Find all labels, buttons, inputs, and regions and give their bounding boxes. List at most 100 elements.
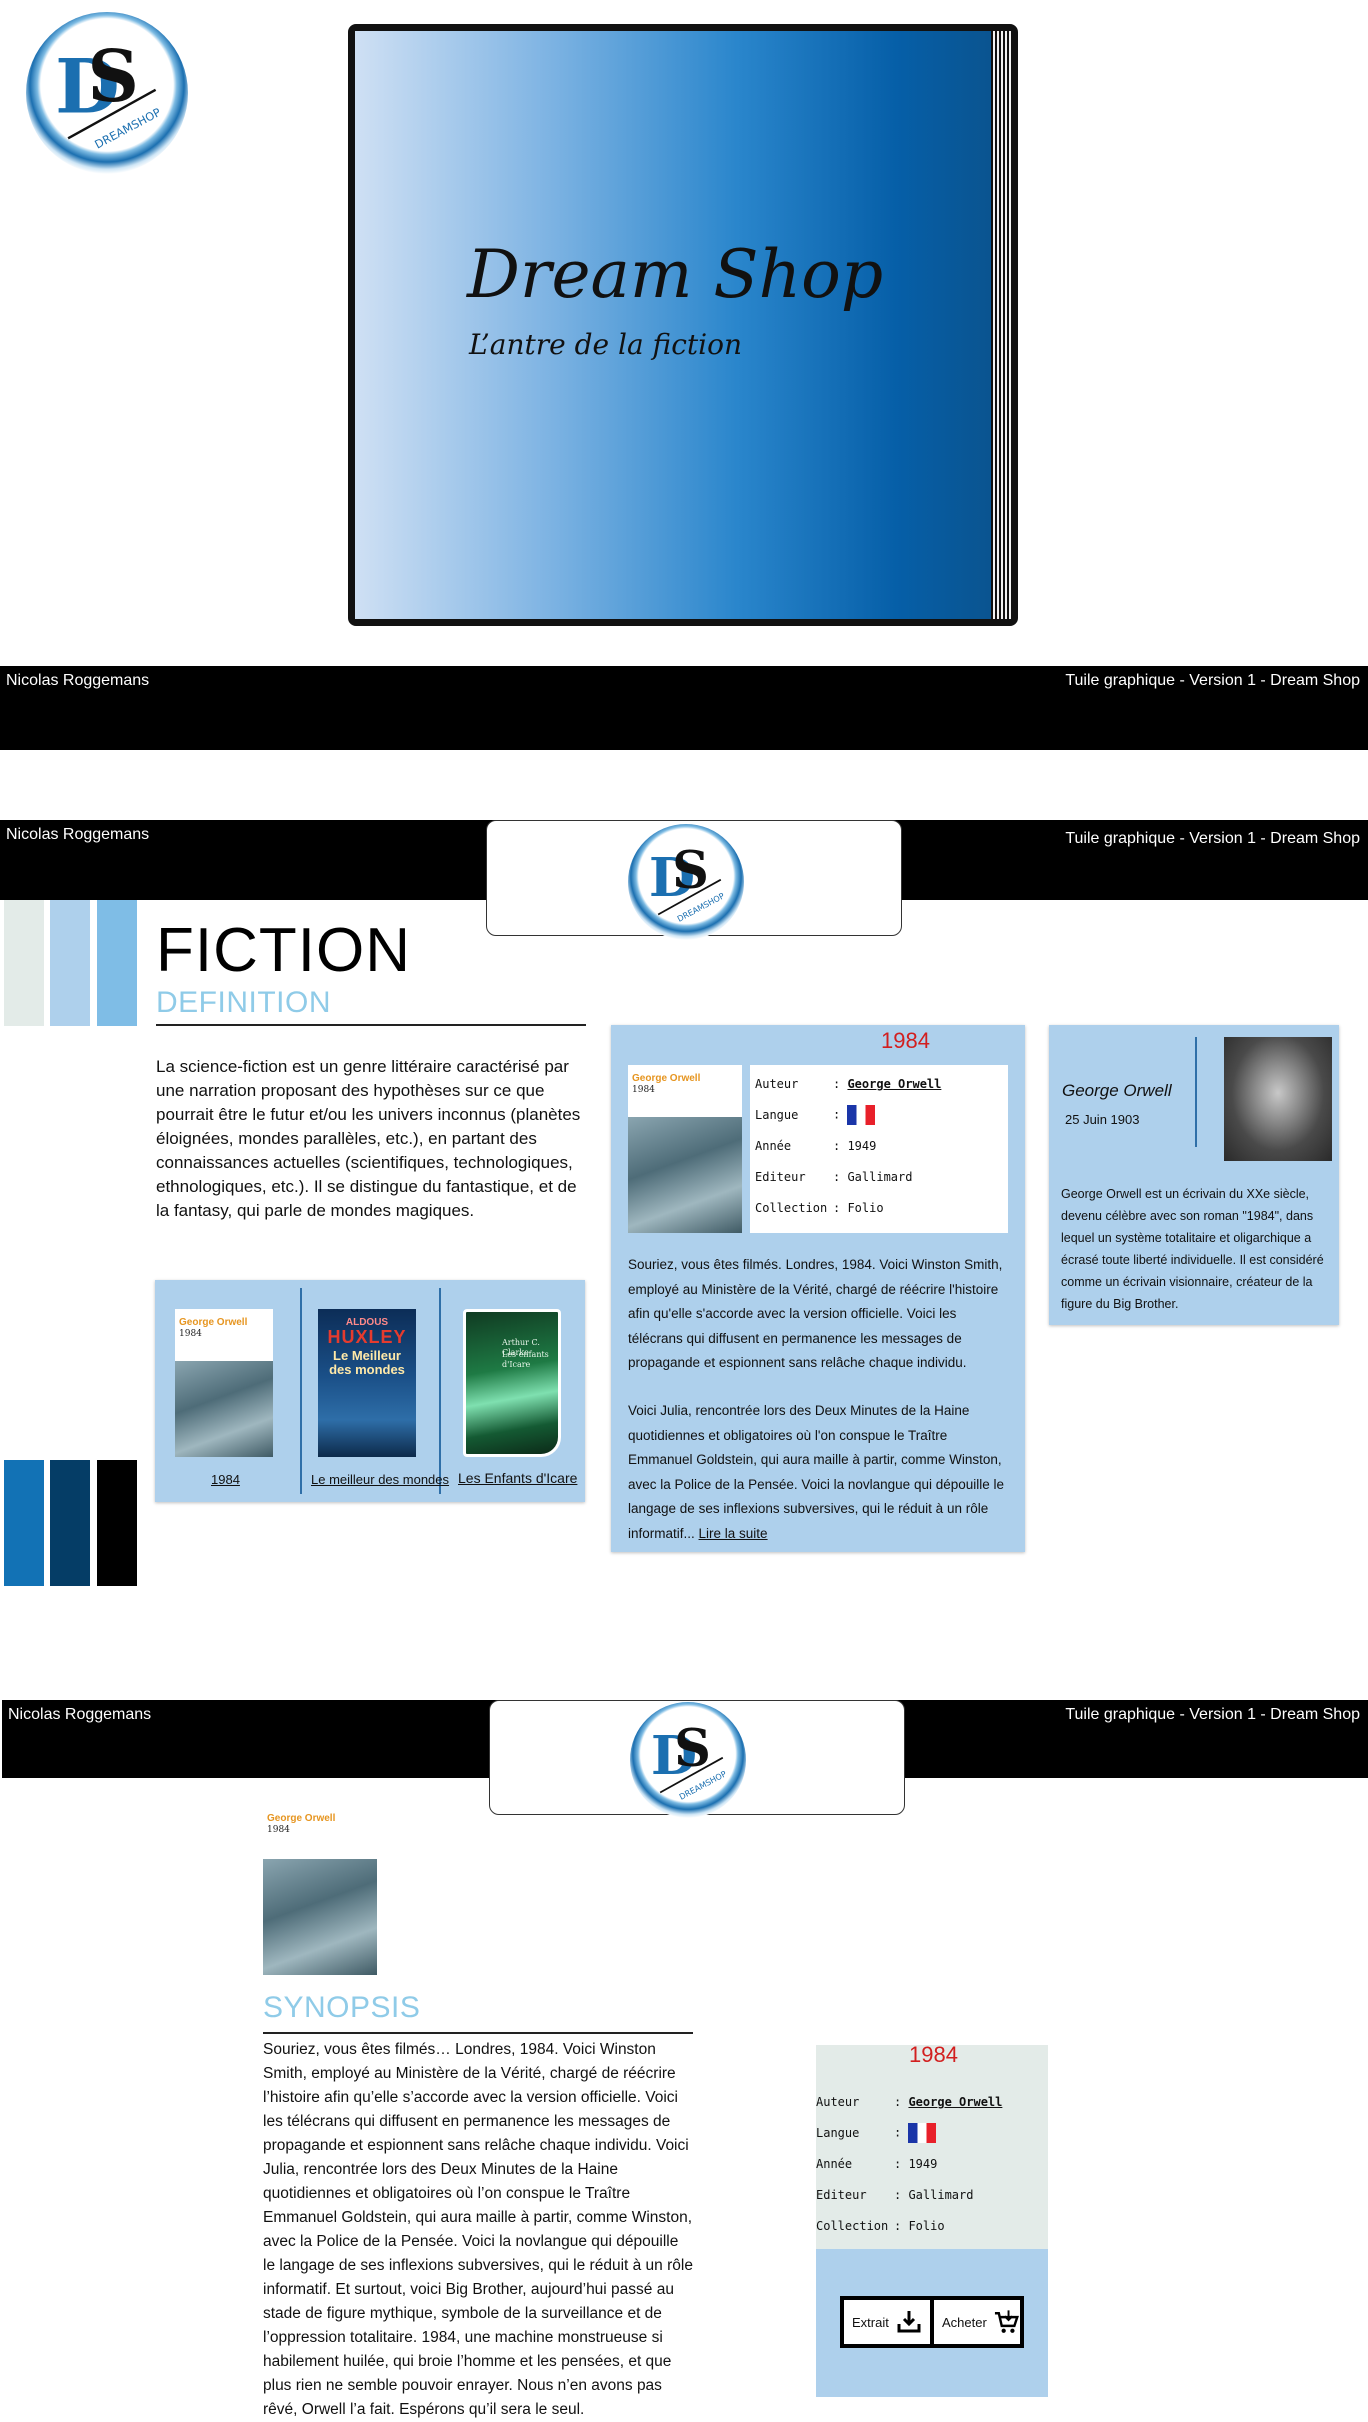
download-icon [897,2311,921,2333]
dreamshop-logo[interactable]: D S DREAMSHOP [26,12,188,174]
swatch-light-blue [50,900,90,1026]
cover-author: George Orwell [179,1317,248,1328]
cover-title: Le Meilleur des mondes [329,1348,405,1377]
swatch-light-gray [4,900,44,1026]
book-summary-2: Voici Julia, rencontrée lors des Deux Mi… [628,1399,1012,1546]
product-info-table: Auteur: George Orwell Langue: Année: 194… [816,2045,1048,2249]
definition-divider [156,1024,586,1026]
header-subtitle: Tuile graphique - Version 1 - Dream Shop [1065,1706,1360,1723]
info-key: Langue [755,1107,799,1122]
info-value: Gallimard [847,1170,913,1184]
dreamshop-logo-icon: D S DREAMSHOP [649,841,726,924]
hero-book-pages [991,31,1011,619]
book-shelf: George Orwell 1984 1984 ALDOUS HUXLEY Le… [155,1280,585,1502]
french-flag-icon [847,1105,876,1125]
info-value: Folio [847,1201,884,1215]
fiction-definition-text: La science-fiction est un genre littérai… [156,1057,581,1220]
shelf-divider [439,1288,441,1494]
buy-label: Acheter [942,2314,987,2330]
info-row-auteur: Auteur: George Orwell [755,1077,942,1091]
cart-icon [994,2310,1019,2333]
extract-label: Extrait [852,2314,889,2330]
book-link-1984[interactable]: 1984 [211,1472,240,1487]
info-row-annee: Année: 1949 [816,2157,938,2171]
product-action-panel: Extrait Acheter [816,2249,1048,2397]
author-card-name: George Orwell [1062,1081,1172,1100]
book-link-meilleur-des-mondes[interactable]: Le meilleur des mondes [311,1472,449,1487]
definition-subtitle: DEFINITION [156,986,331,1019]
info-value: 1949 [908,2157,938,2171]
author-portrait [1224,1037,1332,1161]
shelf-divider [300,1288,302,1494]
cover-year: 1984 [632,1085,655,1095]
header-subtitle: Tuile graphique - Version 1 - Dream Shop [1065,672,1360,689]
author-name: Nicolas Roggemans [6,826,150,843]
info-key: Auteur [816,2095,860,2109]
svg-text:S: S [88,34,139,118]
cover-illustration [175,1361,273,1457]
cover-title: Les enfants d'Icare [502,1350,549,1369]
dreamshop-logo[interactable]: D S DREAMSHOP [628,824,744,940]
book-summary-2-text: Voici Julia, rencontrée lors des Deux Mi… [628,1403,1005,1541]
info-key: Collection [755,1201,828,1215]
swatch-dark-blue [50,1460,90,1586]
synopsis-divider [263,2032,693,2034]
buy-button[interactable]: Acheter [934,2300,1020,2344]
book-title: 1984 [881,1028,930,1053]
cover-author: George Orwell [267,1813,336,1824]
book-link-enfants-icare[interactable]: Les Enfants d'Icare [458,1470,577,1486]
product-info-panel: 1984 Auteur: George Orwell Langue: Année… [816,2042,1048,2249]
author-card-divider [1195,1037,1197,1147]
author-card-bio: George Orwell est un écrivain du XXe siè… [1061,1187,1324,1311]
info-value: 1949 [847,1139,877,1153]
dreamshop-logo[interactable]: D S DREAMSHOP [630,1702,746,1818]
info-key: Année [755,1139,792,1153]
book-summary-1: Souriez, vous êtes filmés. Londres, 1984… [628,1257,1003,1370]
info-key: Editeur [755,1170,806,1184]
info-row-editeur: Editeur: Gallimard [755,1170,913,1184]
info-row-collection: Collection: Folio [755,1201,884,1215]
book-cover-meilleur-des-mondes[interactable]: ALDOUS HUXLEY Le Meilleur des mondes [318,1309,416,1457]
synopsis-text: Souriez, vous êtes filmés… Londres, 1984… [263,2041,693,2418]
book-detail-card: 1984 George Orwell 1984 Auteur: George O… [611,1025,1025,1552]
info-key: Année [816,2157,853,2171]
info-key: Collection [816,2219,889,2233]
info-row-editeur: Editeur: Gallimard [816,2188,974,2202]
cover-illustration [263,1859,377,1975]
swatch-sky-blue [97,900,137,1026]
synopsis-title: SYNOPSIS [263,1991,421,2024]
svg-text:S: S [674,1719,711,1779]
book-cover-1984[interactable]: George Orwell 1984 [263,1805,377,1975]
book-cover-1984[interactable]: George Orwell 1984 [175,1309,273,1457]
header-bar-1: Nicolas Roggemans Tuile graphique - Vers… [0,666,1368,750]
cover-year: 1984 [179,1329,202,1339]
header-subtitle: Tuile graphique - Version 1 - Dream Shop [1065,830,1360,847]
french-flag-icon [908,2123,937,2143]
cover-author: George Orwell [632,1073,701,1084]
read-more-link[interactable]: Lire la suite [699,1526,768,1541]
book-info-table: Auteur: George Orwell Langue: Année: 194… [750,1065,1008,1233]
hero-banner: Dream Shop L’antre de la fiction [348,24,1018,626]
info-value: Folio [908,2219,945,2233]
author-card-date: 25 Juin 1903 [1065,1112,1140,1127]
cover-illustration [628,1117,742,1233]
book-cover-enfants-icare[interactable]: Arthur C. Clarke Les enfants d'Icare [463,1309,561,1457]
extract-button[interactable]: Extrait [844,2300,930,2344]
author-link[interactable]: George Orwell [847,1077,941,1091]
fiction-title: FICTION [156,916,411,985]
book-cover-1984[interactable]: George Orwell 1984 [628,1065,742,1233]
cover-author: HUXLEY [327,1327,407,1347]
info-value: Gallimard [908,2188,974,2202]
hero-title: Dream Shop [467,236,884,313]
info-row-auteur: Auteur: George Orwell [816,2095,1003,2109]
author-card: George Orwell 25 Juin 1903 George Orwell… [1049,1025,1339,1325]
hero-cover: Dream Shop L’antre de la fiction [355,31,991,619]
info-row-langue: Langue: [755,1105,876,1125]
author-name: Nicolas Roggemans [8,1706,152,1723]
dreamshop-logo-icon: D S DREAMSHOP [55,34,163,151]
author-link[interactable]: George Orwell [908,2095,1002,2109]
swatch-black [97,1460,137,1586]
info-row-langue: Langue: [816,2123,937,2143]
author-name: Nicolas Roggemans [6,672,150,689]
info-key: Auteur [755,1077,799,1091]
